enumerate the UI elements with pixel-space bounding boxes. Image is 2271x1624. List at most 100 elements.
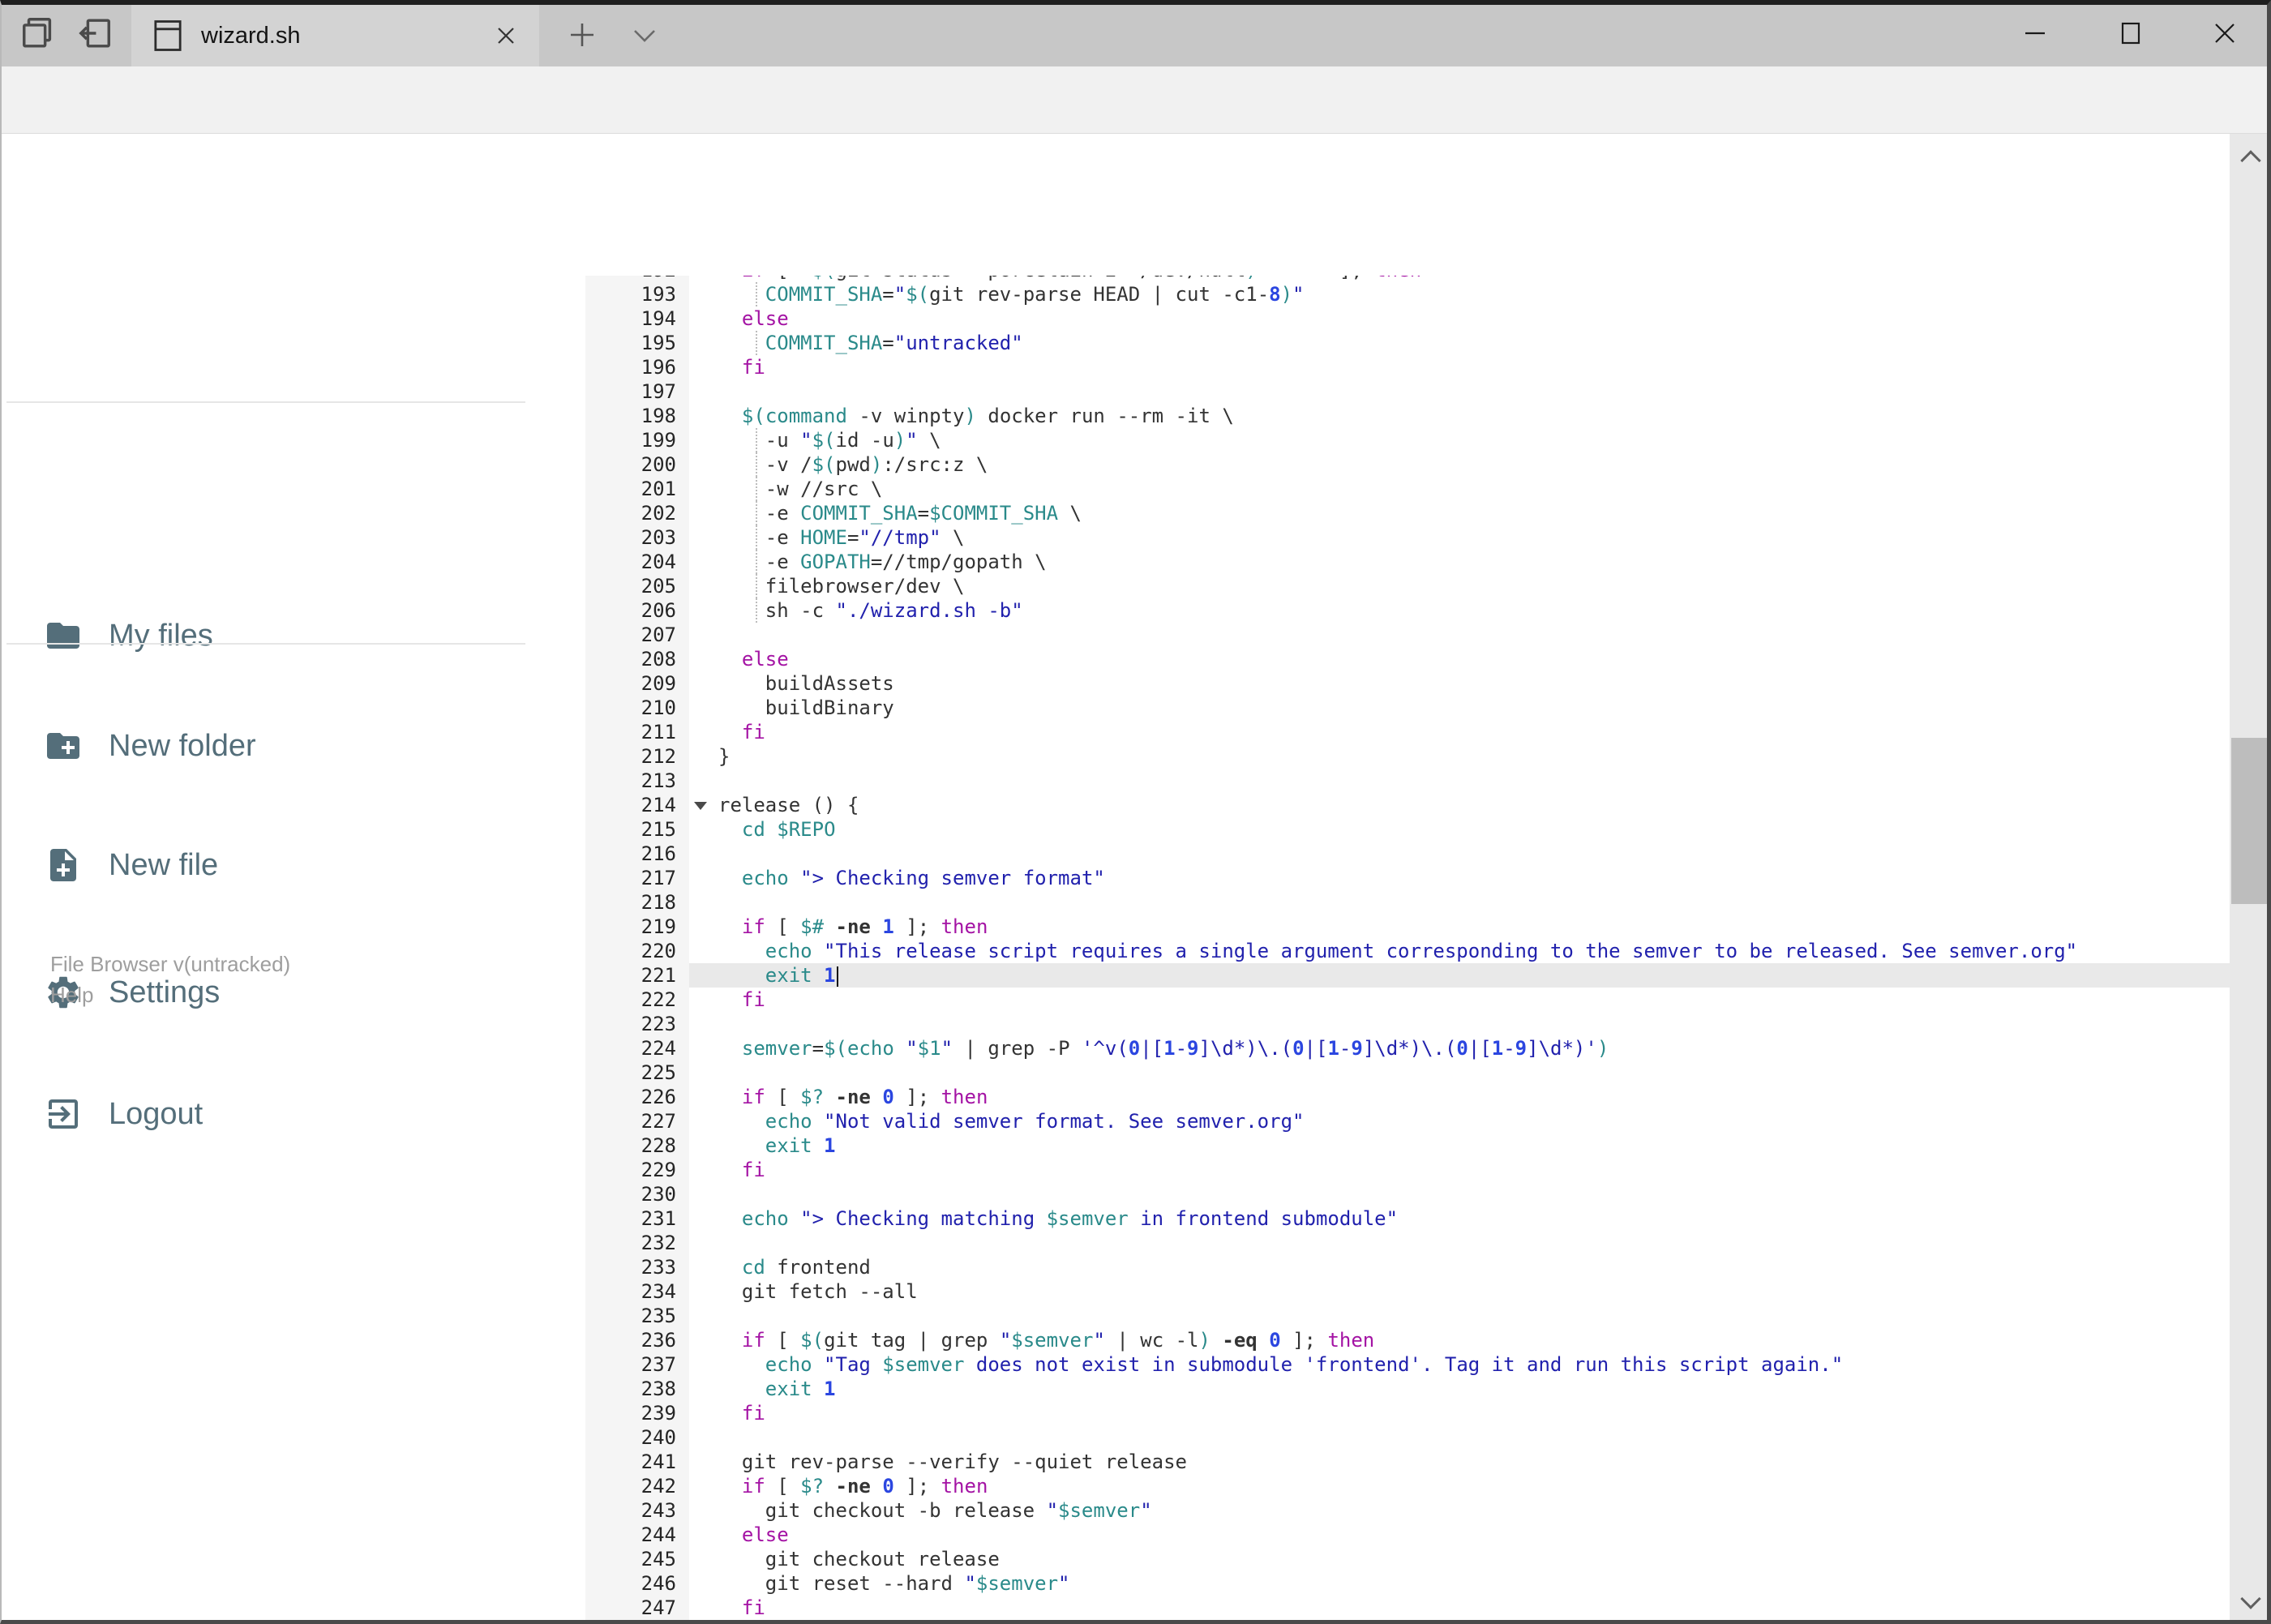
code-line-196[interactable]: 196 fi [585,355,2230,379]
line-number: 234 [641,1280,676,1303]
navigation-bar: filebrowser.web/files/wizard.sh [0,66,2271,191]
code-line-239[interactable]: 239 fi [585,1401,2230,1425]
code-line-241[interactable]: 241 git rev-parse --verify --quiet relea… [585,1450,2230,1474]
line-number: 228 [641,1134,676,1157]
code-line-208[interactable]: 208 else [585,647,2230,671]
line-number: 218 [641,891,676,914]
scroll-down-arrow-icon[interactable] [2240,1588,2261,1609]
code-line-content: -e GOPATH=//tmp/gopath \ [718,550,1047,574]
code-line-193[interactable]: 193 COMMIT_SHA="$(git rev-parse HEAD | c… [585,282,2230,306]
code-line-content: release () { [689,793,2230,817]
code-line-201[interactable]: 201 -w //src \ [585,477,2230,501]
new-tab-button[interactable] [568,20,597,49]
close-button[interactable] [2213,21,2237,45]
browser-tab[interactable]: wizard.sh [131,5,539,66]
set-tabs-aside-icon[interactable] [19,15,57,52]
indent-guide [756,501,757,525]
sidebar-item-logout[interactable]: Logout [0,1075,568,1153]
code-line-199[interactable]: 199 -u "$(id -u)" \ [585,428,2230,452]
code-editor[interactable]: 192 if [ "$(git status --porcelain 2> /d… [585,276,2230,1624]
line-number: 210 [641,696,676,719]
code-line-247[interactable]: 247 fi [585,1596,2230,1620]
code-line-223[interactable]: 223 [585,1012,2230,1036]
code-line-240[interactable]: 240 [585,1425,2230,1450]
page-scrollbar[interactable] [2230,134,2271,1624]
code-line-207[interactable]: 207 [585,623,2230,647]
code-line-211[interactable]: 211 fi [585,720,2230,744]
code-line-225[interactable]: 225 [585,1061,2230,1085]
code-line-215[interactable]: 215 cd $REPO [585,817,2230,842]
code-line-216[interactable]: 216 [585,842,2230,866]
code-line-213[interactable]: 213 [585,769,2230,793]
tab-preview-chevron-icon[interactable] [631,24,658,47]
code-line-214[interactable]: 214 release () { [585,793,2230,817]
help-link[interactable]: Help [50,979,290,1010]
sidebar-item-new-file[interactable]: New file [0,826,568,904]
code-line-202[interactable]: 202 -e COMMIT_SHA=$COMMIT_SHA \ [585,501,2230,525]
code-line-206[interactable]: 206 sh -c "./wizard.sh -b" [585,598,2230,623]
code-line-231[interactable]: 231 echo "> Checking matching $semver in… [585,1206,2230,1231]
code-line-222[interactable]: 222 fi [585,988,2230,1012]
code-line-235[interactable]: 235 [585,1304,2230,1328]
document-icon [152,19,183,53]
code-line-content: -e HOME="//tmp" \ [718,525,965,550]
line-number: 244 [641,1523,676,1546]
code-line-203[interactable]: 203 -e HOME="//tmp" \ [585,525,2230,550]
code-line-228[interactable]: 228 exit 1 [585,1133,2230,1158]
code-line-209[interactable]: 209 buildAssets [585,671,2230,696]
sidebar-divider [6,401,525,403]
maximize-button[interactable] [2119,21,2143,45]
code-line-236[interactable]: 236 if [ $(git tag | grep "$semver" | wc… [585,1328,2230,1352]
fold-arrow-icon[interactable] [694,802,707,810]
code-line-content: } [718,745,731,768]
code-line-232[interactable]: 232 [585,1231,2230,1255]
code-line-212[interactable]: 212} [585,744,2230,769]
scroll-up-arrow-icon[interactable] [2240,150,2261,171]
code-line-210[interactable]: 210 buildBinary [585,696,2230,720]
minimize-button[interactable] [2023,21,2047,45]
code-line-238[interactable]: 238 exit 1 [585,1377,2230,1401]
tabs-set-aside-icon[interactable] [76,15,114,52]
line-number: 192 [585,276,689,282]
sidebar-item-new-folder[interactable]: New folder [0,707,568,785]
code-line-217[interactable]: 217 echo "> Checking semver format" [585,866,2230,890]
code-line-227[interactable]: 227 echo "Not valid semver format. See s… [585,1109,2230,1133]
code-line-242[interactable]: 242 if [ $? -ne 0 ]; then [585,1474,2230,1498]
code-line-226[interactable]: 226 if [ $? -ne 0 ]; then [585,1085,2230,1109]
code-line-195[interactable]: 195 COMMIT_SHA="untracked" [585,331,2230,355]
code-line-200[interactable]: 200 -v /$(pwd):/src:z \ [585,452,2230,477]
code-line-content: -v /$(pwd):/src:z \ [718,452,988,477]
code-line-content: sh -c "./wizard.sh -b" [718,598,1023,623]
code-line-198[interactable]: 198 $(command -v winpty) docker run --rm… [585,404,2230,428]
code-line-219[interactable]: 219 if [ $# -ne 1 ]; then [585,915,2230,939]
code-line-content [689,1231,2230,1255]
code-line-218[interactable]: 218 [585,890,2230,915]
code-line-243[interactable]: 243 git checkout -b release "$semver" [585,1498,2230,1523]
code-line-229[interactable]: 229 fi [585,1158,2230,1182]
new-file-icon [44,846,83,885]
code-line-245[interactable]: 245 git checkout release [585,1547,2230,1571]
sidebar-item-my-files[interactable]: My files [0,597,568,675]
code-line-220[interactable]: 220 echo "This release script requires a… [585,939,2230,963]
code-line-194[interactable]: 194 else [585,306,2230,331]
scrollbar-thumb[interactable] [2231,738,2269,904]
code-line-246[interactable]: 246 git reset --hard "$semver" [585,1571,2230,1596]
indent-guide [756,598,757,623]
tab-close-icon[interactable] [494,24,518,48]
line-number: 245 [641,1548,676,1570]
code-line-197[interactable]: 197 [585,379,2230,404]
code-line-221[interactable]: 221 exit 1 [585,963,2230,988]
line-number: 227 [641,1110,676,1133]
code-line-204[interactable]: 204 -e GOPATH=//tmp/gopath \ [585,550,2230,574]
code-line-content: git rev-parse --verify --quiet release [718,1450,1187,1473]
code-line-230[interactable]: 230 [585,1182,2230,1206]
code-line-205[interactable]: 205 filebrowser/dev \ [585,574,2230,598]
line-number: 201 [641,478,676,500]
line-number: 212 [641,745,676,768]
code-line-237[interactable]: 237 echo "Tag $semver does not exist in … [585,1352,2230,1377]
code-line-244[interactable]: 244 else [585,1523,2230,1547]
code-line-234[interactable]: 234 git fetch --all [585,1279,2230,1304]
code-line-233[interactable]: 233 cd frontend [585,1255,2230,1279]
code-line-224[interactable]: 224 semver=$(echo "$1" | grep -P '^v(0|[… [585,1036,2230,1061]
code-line-192[interactable]: 192 if [ "$(git status --porcelain 2> /d… [585,276,2230,282]
